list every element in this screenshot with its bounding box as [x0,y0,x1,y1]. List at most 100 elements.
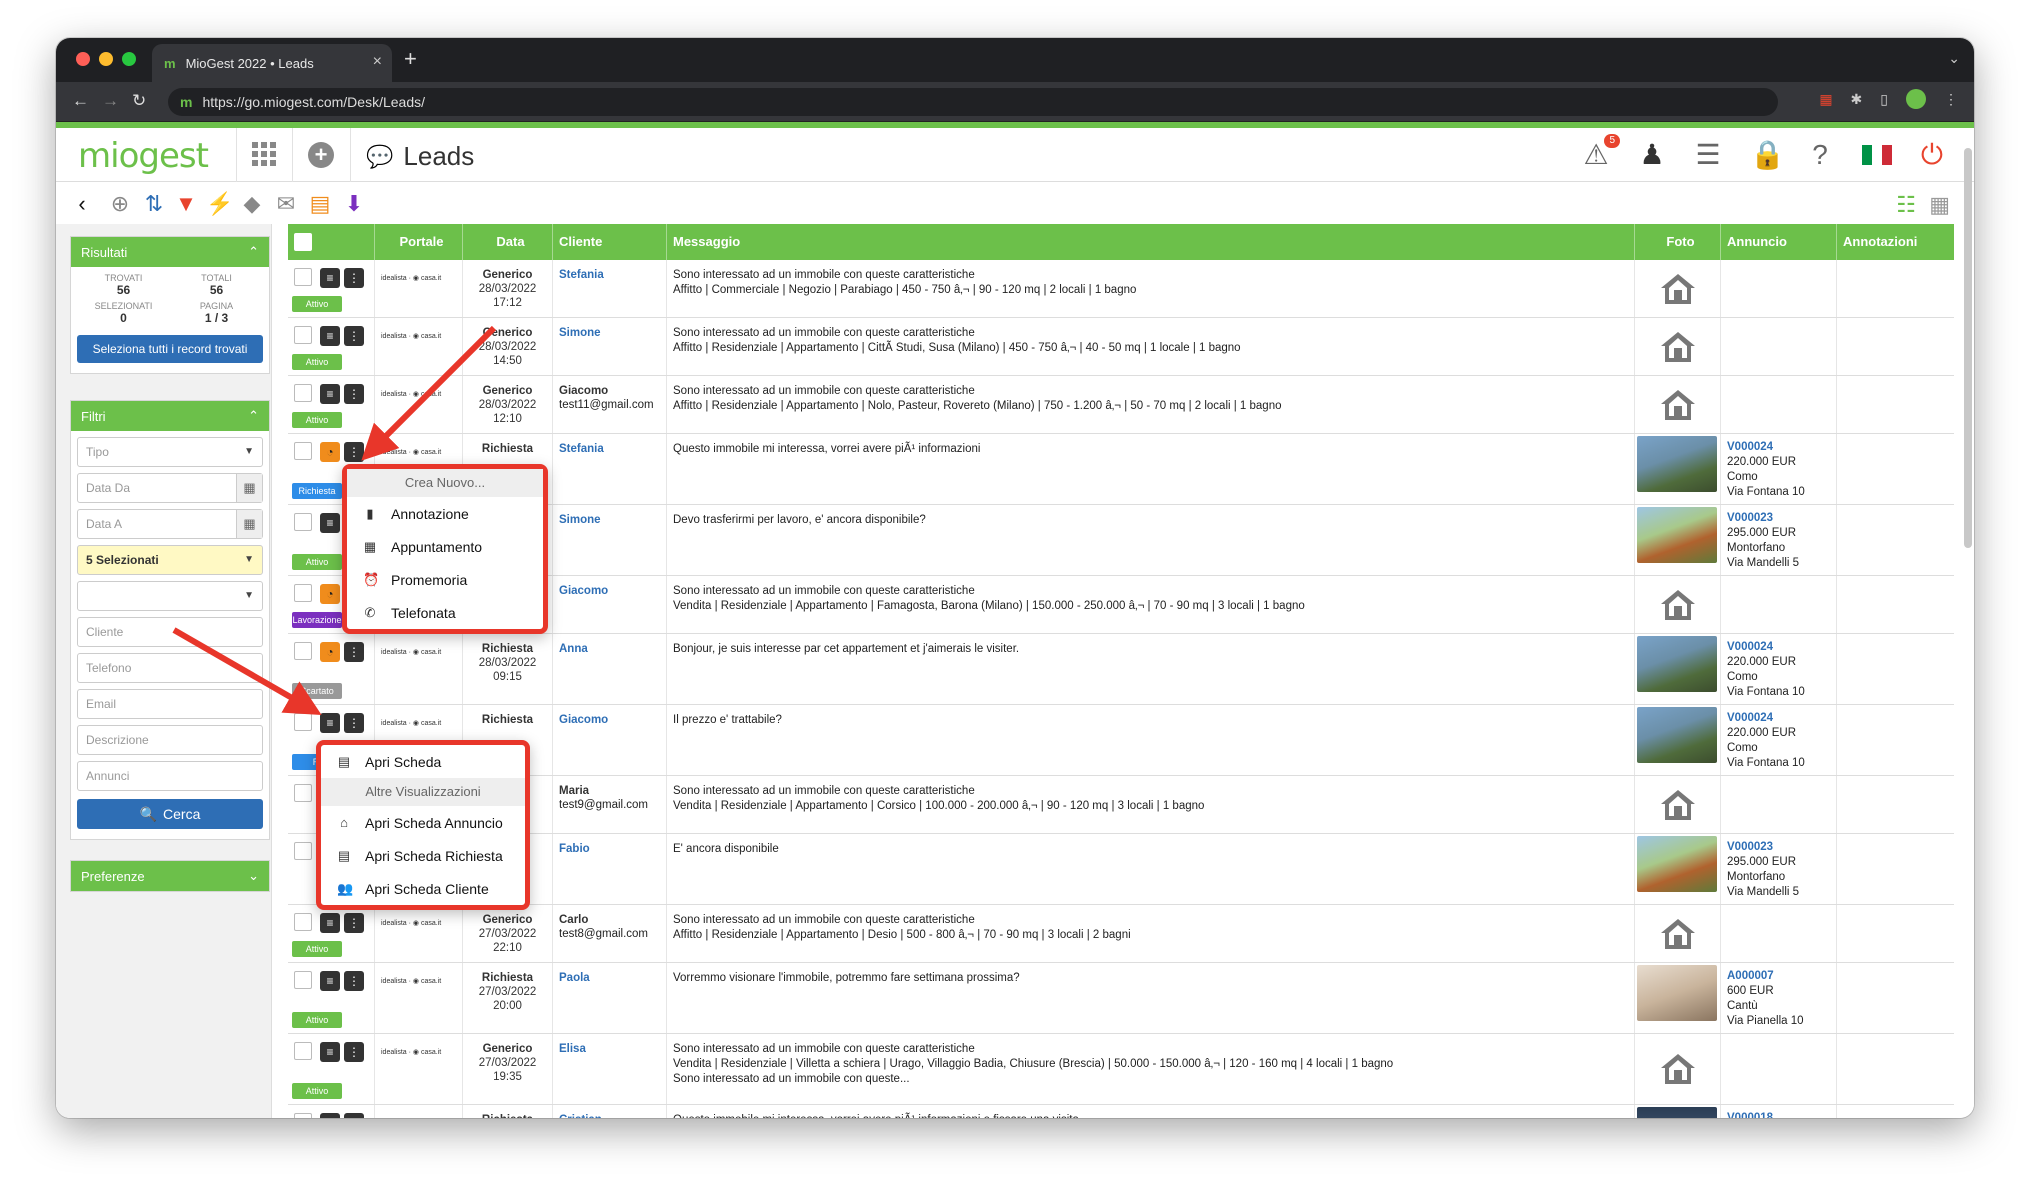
add-lead-icon[interactable]: ⊕ [108,192,132,216]
row-checkbox[interactable] [294,384,312,402]
email-field[interactable]: Email [77,689,263,719]
client-name[interactable]: Carlo [559,913,660,927]
detail-icon[interactable]: ≡ [320,713,340,733]
tag-icon[interactable]: ◆ [240,192,264,216]
annunci-field[interactable]: Annunci [77,761,263,791]
table-row[interactable]: ≡⋮idealista · ◉ casa.itRichiestaCristian… [288,1105,1954,1118]
status-badge[interactable]: Attivo [292,1083,342,1099]
menu-dots-icon[interactable]: ⋮ [1944,91,1958,108]
status-badge[interactable]: Scartato [292,683,342,699]
extension-icon[interactable]: ▦ [1819,91,1832,108]
row-checkbox[interactable] [294,713,312,731]
menu-icon[interactable]: ⋮ [344,713,364,733]
table-row[interactable]: ≡ ⋮ Attivo idealista · ◉ casa.it Generico 28/… [288,376,1954,434]
empty-select[interactable]: ▼ [77,581,263,611]
status-badge[interactable]: Attivo [292,354,342,370]
ad-code[interactable]: V000024 [1727,440,1830,455]
detail-icon[interactable]: ≡ [320,513,340,533]
reminder-icon[interactable]: ◔ [320,584,340,604]
client-name[interactable]: Elisa [559,1042,660,1056]
menu-icon[interactable]: ⋮ [344,971,364,991]
table-row[interactable]: ≡⋮idealista · ◉ casa.itFabioE' ancora di… [288,834,1954,905]
filters-header[interactable]: Filtri ⌃ [71,401,269,431]
property-photo[interactable] [1637,836,1717,892]
ad-code[interactable]: V000024 [1727,711,1830,726]
apps-grid-icon[interactable] [252,142,276,166]
client-name[interactable]: Anna [559,642,660,656]
ad-code[interactable]: V000018 [1727,1111,1830,1118]
ad-code[interactable]: V000024 [1727,640,1830,655]
status-badge[interactable]: Attivo [292,1012,342,1028]
detail-icon[interactable]: ≡ [320,384,340,404]
tab-search-icon[interactable]: ⌄ [1948,50,1960,67]
menu-item-apri-richiesta[interactable]: ▤ Apri Scheda Richiesta [321,839,525,872]
row-checkbox[interactable] [294,784,312,802]
detail-icon[interactable]: ≡ [320,1113,340,1118]
table-row[interactable]: ◔ ⋮ Scartato idealista · ◉ casa.it Richiesta… [288,634,1954,705]
close-tab-icon[interactable]: × [373,53,382,71]
header-messaggio[interactable]: Messaggio [666,224,1634,260]
menu-item-telefonata[interactable]: ✆ Telefonata [347,596,543,629]
menu-icon[interactable]: ⋮ [344,1042,364,1062]
add-icon[interactable]: + [308,142,334,168]
profile-avatar[interactable] [1906,89,1926,109]
sort-icon[interactable]: ⇅ [142,192,166,216]
new-tab-button[interactable]: + [404,46,417,72]
reminder-icon[interactable]: ◔ [320,442,340,462]
table-row[interactable]: ≡ ⋮ Attivo idealista · ◉ casa.it Richiesta 27… [288,963,1954,1034]
row-checkbox[interactable] [294,1113,312,1118]
print-icon[interactable]: ▤ [308,192,332,216]
table-row[interactable]: ≡ ⋮ Attivo idealista · ◉ casa.it Generico 27/… [288,905,1954,963]
back-icon[interactable]: ← [72,91,89,111]
sidepanel-icon[interactable]: ▯ [1880,91,1888,108]
menu-icon[interactable]: ⋮ [344,384,364,404]
client-name[interactable]: Fabio [559,842,660,856]
header-data[interactable]: Data [462,224,552,260]
client-name[interactable]: Maria [559,784,660,798]
menu-item-annotazione[interactable]: ▮ Annotazione [347,497,543,530]
status-select[interactable]: 5 Selezionati ▼ [77,545,263,575]
page-scrollbar[interactable] [1964,148,1972,548]
client-name[interactable]: Simone [559,513,660,527]
detail-icon[interactable]: ≡ [320,971,340,991]
cliente-field[interactable]: Cliente [77,617,263,647]
prefs-header[interactable]: Preferenze ⌄ [71,861,269,891]
back-arrow-icon[interactable]: ‹ [70,192,94,216]
url-input[interactable]: m https://go.miogest.com/Desk/Leads/ [168,88,1778,116]
status-badge[interactable]: Attivo [292,296,342,312]
client-name[interactable]: Stefania [559,268,660,282]
detail-icon[interactable]: ≡ [320,1042,340,1062]
table-row[interactable]: ≡ ⋮ Attivo idealista · ◉ casa.it Generico 28/… [288,260,1954,318]
data-da-field[interactable]: Data Da ▦ [77,473,263,503]
tipo-select[interactable]: Tipo ▼ [77,437,263,467]
client-name[interactable]: Simone [559,326,660,340]
menu-icon[interactable]: ⋮ [344,642,364,662]
menu-icon[interactable]: ⋮ [344,913,364,933]
property-photo[interactable] [1637,436,1717,492]
browser-tab[interactable]: m MioGest 2022 • Leads × [152,44,392,82]
telefono-field[interactable]: Telefono [77,653,263,683]
client-name[interactable]: Cristian [559,1113,660,1118]
puzzle-icon[interactable]: ✱ [1851,91,1863,108]
reminder-icon[interactable]: ◔ [320,642,340,662]
detail-icon[interactable]: ≡ [320,326,340,346]
client-name[interactable]: Giacomo [559,584,660,598]
client-name[interactable]: Giacomo [559,384,660,398]
client-name[interactable]: Paola [559,971,660,985]
agent-icon[interactable]: ♟ [1638,140,1666,170]
menu-icon[interactable]: ⋮ [344,268,364,288]
header-cliente[interactable]: Cliente [552,224,666,260]
property-photo[interactable] [1637,965,1717,1021]
detail-icon[interactable]: ≡ [320,268,340,288]
status-badge[interactable]: Richiesta [292,483,342,499]
row-checkbox[interactable] [294,442,312,460]
header-annuncio[interactable]: Annuncio [1720,224,1836,260]
logo[interactable]: miogest [78,136,209,176]
menu-icon[interactable]: ⋮ [344,442,364,462]
window-controls[interactable] [76,52,136,66]
property-photo[interactable] [1637,636,1717,692]
menu-item-apri-scheda[interactable]: ▤ Apri Scheda [321,745,525,778]
menu-icon[interactable]: ⋮ [344,326,364,346]
row-checkbox[interactable] [294,642,312,660]
ad-code[interactable]: V000023 [1727,840,1830,855]
